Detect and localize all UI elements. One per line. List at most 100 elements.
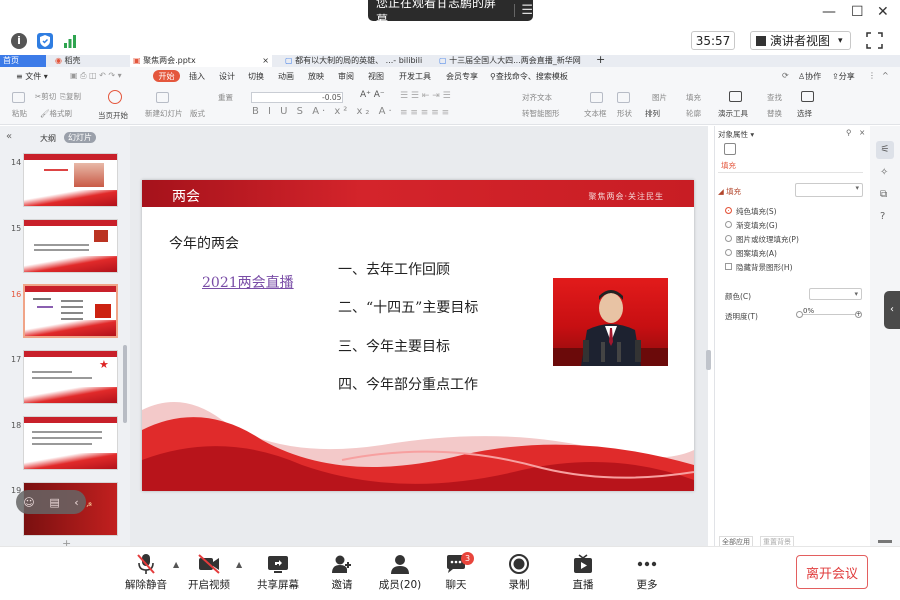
canvas-scrollbar[interactable] bbox=[706, 350, 711, 370]
close-button[interactable]: ✕ bbox=[877, 4, 889, 20]
agenda-item[interactable]: 一、去年工作回顾 bbox=[338, 259, 450, 279]
fullscreen-icon[interactable] bbox=[866, 32, 883, 49]
hide-background-label[interactable]: 隐藏背景图形(H) bbox=[736, 262, 793, 273]
format-painter-button[interactable]: 🖌格式刷 bbox=[40, 108, 72, 119]
tab-design[interactable]: 设计 bbox=[219, 71, 235, 82]
new-tab-button[interactable]: + bbox=[593, 55, 605, 67]
video-off-icon[interactable] bbox=[197, 553, 221, 578]
select-icon[interactable] bbox=[801, 91, 814, 102]
pin-icon[interactable]: ⚲ bbox=[846, 128, 852, 137]
list-buttons[interactable]: ☰ ☰ ⇤ ⇥ ☰ bbox=[400, 91, 451, 101]
tab-insert[interactable]: 插入 bbox=[189, 71, 205, 82]
leave-meeting-button[interactable]: 离开会议 bbox=[796, 555, 868, 589]
new-slide-button[interactable]: 新建幻灯片 bbox=[145, 108, 183, 119]
menu-icon[interactable]: ☰ bbox=[521, 3, 533, 18]
play-from-current-button[interactable]: 当页开始 bbox=[98, 110, 128, 121]
align-buttons[interactable]: ≡ ≡ ≡ ≡ ≡ bbox=[400, 108, 449, 118]
share-button[interactable]: ⇪分享 bbox=[832, 71, 855, 82]
chat-bubble-icon[interactable]: ▤ bbox=[49, 496, 59, 509]
live-stream-button[interactable]: 直播 bbox=[573, 577, 594, 592]
video-options-caret[interactable]: ▲ bbox=[236, 560, 242, 569]
invite-icon[interactable] bbox=[331, 553, 353, 578]
record-button[interactable]: 录制 bbox=[509, 577, 530, 592]
convert-smartart-button[interactable]: 转智能图形 bbox=[522, 108, 560, 119]
mic-muted-icon[interactable] bbox=[136, 553, 156, 578]
textbox-icon[interactable] bbox=[590, 92, 603, 103]
shape-icon[interactable] bbox=[617, 92, 630, 103]
resize-handle-icon[interactable] bbox=[878, 540, 892, 543]
format-tool-icon[interactable]: ⧉ bbox=[880, 189, 887, 200]
arrange-button[interactable]: 排列 bbox=[645, 108, 660, 119]
share-screen-button[interactable]: 共享屏幕 bbox=[257, 577, 299, 592]
collapse-ribbon-icon[interactable]: ^ bbox=[882, 71, 889, 80]
mic-options-caret[interactable]: ▲ bbox=[173, 560, 179, 569]
tab-review[interactable]: 审阅 bbox=[338, 71, 354, 82]
speaker-photo[interactable] bbox=[553, 278, 668, 366]
fill-button[interactable]: 填充 bbox=[686, 92, 701, 103]
tab-bilibili[interactable]: ▢ 都有以大制的局的英雄、 ...- bilibili bbox=[282, 55, 430, 67]
solid-fill-label[interactable]: 纯色填充(S) bbox=[736, 206, 777, 217]
fill-tab[interactable]: 填充 bbox=[721, 160, 736, 171]
thumbnail-scrollbar[interactable] bbox=[123, 345, 127, 423]
more-icon[interactable]: ⋮ bbox=[868, 71, 876, 80]
gradient-fill-radio[interactable] bbox=[725, 221, 732, 228]
file-menu[interactable]: ≡ 文件 ▾ bbox=[16, 71, 48, 82]
slide-title[interactable]: 两会 bbox=[172, 186, 200, 206]
panel-close-icon[interactable]: × bbox=[859, 128, 865, 137]
reset-button[interactable]: 重置 bbox=[218, 92, 233, 103]
more-options-icon[interactable] bbox=[636, 553, 658, 578]
properties-title[interactable]: 对象属性 ▾ bbox=[718, 129, 754, 140]
new-slide-icon[interactable] bbox=[156, 92, 169, 103]
transparency-slider[interactable] bbox=[798, 314, 862, 315]
command-search[interactable]: ⚲查找命令、搜索模板 bbox=[490, 71, 568, 82]
layout-button[interactable]: 版式 bbox=[190, 108, 205, 119]
agenda-item[interactable]: 二、“十四五”主要目标 bbox=[338, 297, 478, 317]
copy-button[interactable]: ⎘复制 bbox=[60, 91, 81, 102]
properties-tool-icon[interactable]: ⚟ bbox=[876, 141, 894, 159]
shield-icon[interactable] bbox=[37, 33, 53, 49]
outline-tab[interactable]: 大纲 bbox=[40, 133, 56, 144]
paste-label[interactable]: 粘贴 bbox=[12, 108, 27, 119]
info-icon[interactable]: i bbox=[11, 33, 27, 49]
slide-thumbnail-16[interactable] bbox=[23, 284, 118, 338]
tab-transition[interactable]: 切换 bbox=[248, 71, 264, 82]
play-icon[interactable] bbox=[108, 90, 122, 104]
tab-home[interactable]: 首页 bbox=[0, 55, 46, 67]
transparency-increase-icon[interactable]: + bbox=[855, 311, 862, 318]
font-grow-shrink[interactable]: A⁺ A⁻ bbox=[360, 90, 385, 100]
present-tools-icon[interactable] bbox=[729, 91, 742, 102]
agenda-item[interactable]: 三、今年主要目标 bbox=[338, 336, 450, 356]
find-button[interactable]: 查找 bbox=[767, 92, 782, 103]
text-format-buttons[interactable]: B I U S A· x² x₂ A· bbox=[252, 106, 395, 117]
side-panel-toggle-icon[interactable]: ‹ bbox=[884, 291, 900, 329]
transparency-slider-handle[interactable] bbox=[796, 311, 803, 318]
gradient-fill-label[interactable]: 渐变填充(G) bbox=[736, 220, 778, 231]
pattern-fill-label[interactable]: 图案填充(A) bbox=[736, 248, 777, 259]
picture-fill-radio[interactable] bbox=[725, 235, 732, 242]
tab-slideshow[interactable]: 放映 bbox=[308, 71, 324, 82]
fill-type-select[interactable]: ▾ bbox=[795, 183, 863, 197]
tab-start[interactable]: 开始 bbox=[153, 70, 180, 82]
current-slide[interactable]: 两会 聚焦两会·关注民生 今年的两会 2021两会直播 一、去年工作回顾 二、“… bbox=[142, 180, 694, 491]
align-text-button[interactable]: 对齐文本 bbox=[522, 92, 552, 103]
live-stream-icon[interactable] bbox=[572, 553, 594, 578]
quick-access-icons[interactable]: ▣ ⎙ ◫ ↶ ↷ ▾ bbox=[70, 71, 122, 81]
tab-pptx[interactable]: ▣ 聚焦两会.pptx × bbox=[130, 55, 272, 67]
slide-thumbnail-18[interactable] bbox=[23, 416, 118, 470]
replace-button[interactable]: 替换 bbox=[767, 108, 782, 119]
color-picker[interactable]: ▾ bbox=[809, 288, 862, 300]
select-button[interactable]: 选择 bbox=[797, 108, 812, 119]
solid-fill-radio[interactable] bbox=[725, 207, 732, 214]
animation-tool-icon[interactable]: ✧ bbox=[880, 167, 888, 178]
outline-button[interactable]: 轮廓 bbox=[686, 108, 701, 119]
picture-fill-label[interactable]: 图片或纹理填充(P) bbox=[736, 234, 799, 245]
cut-button[interactable]: ✂剪切 bbox=[35, 91, 56, 102]
signal-icon[interactable] bbox=[62, 33, 78, 49]
invite-button[interactable]: 邀请 bbox=[332, 577, 353, 592]
sync-icon[interactable]: ⟳ bbox=[782, 71, 789, 80]
image-button[interactable]: 图片 bbox=[652, 92, 667, 103]
fill-bucket-icon[interactable] bbox=[724, 143, 736, 155]
screen-share-icon[interactable] bbox=[266, 553, 290, 578]
font-size-input[interactable]: -0.05 bbox=[251, 92, 343, 103]
tab-member[interactable]: 会员专享 bbox=[446, 71, 478, 82]
